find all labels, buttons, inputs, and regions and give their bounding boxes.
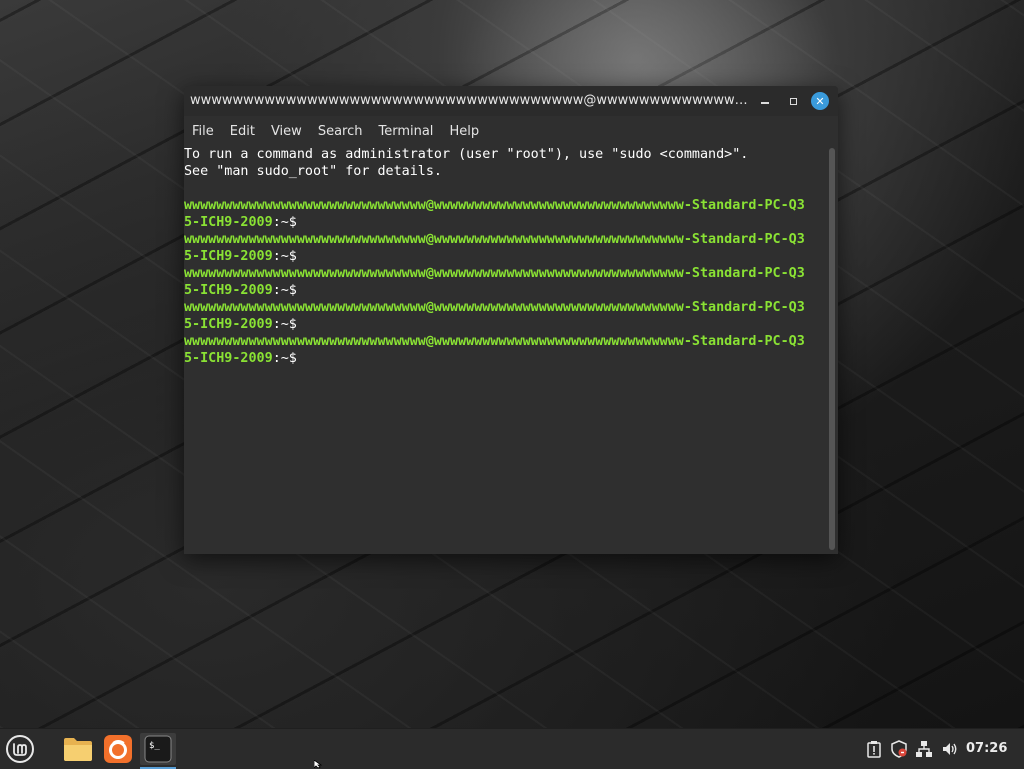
menu-edit[interactable]: Edit: [222, 124, 263, 139]
window-title: wwwwwwwwwwwwwwwwwwwwwwwwwwwwwwwwwwwww@ww…: [190, 93, 758, 108]
update-manager-tray[interactable]: [889, 739, 909, 759]
prompt-host: 5-ICH9-2009: [184, 351, 273, 366]
linux-mint-menu-icon: [6, 735, 34, 763]
close-icon: ✕: [815, 94, 825, 108]
menu-search[interactable]: Search: [310, 124, 371, 139]
network-icon: [916, 741, 932, 757]
menu-file[interactable]: File: [184, 124, 222, 139]
prompt-line: wwwwwwwwwwwwwwwwwwwwwwwwwwwwww@wwwwwwwww…: [184, 198, 805, 213]
files-launcher[interactable]: [62, 733, 94, 765]
minimize-button[interactable]: [756, 92, 774, 110]
network-tray[interactable]: [914, 739, 934, 759]
menubar: File Edit View Search Terminal Help: [184, 118, 838, 144]
maximize-button[interactable]: [784, 92, 802, 110]
prompt-host: 5-ICH9-2009: [184, 215, 273, 230]
prompt-line-cont: 5-ICH9-2009:~$: [184, 214, 828, 231]
terminal-icon-text: $_: [149, 741, 160, 751]
terminal-scrollbar[interactable]: [829, 148, 835, 550]
prompt-host: 5-ICH9-2009: [184, 317, 273, 332]
terminal-launcher[interactable]: $_: [140, 733, 176, 769]
prompt-line: wwwwwwwwwwwwwwwwwwwwwwwwwwwwww@wwwwwwwww…: [184, 334, 805, 349]
minimize-icon: [761, 102, 769, 104]
start-menu-button[interactable]: [4, 733, 36, 765]
firefox-launcher[interactable]: [102, 733, 134, 765]
mouse-pointer-icon: [314, 760, 323, 768]
clock[interactable]: 07:26: [966, 741, 1007, 756]
menu-help[interactable]: Help: [441, 124, 487, 139]
prompt-line: wwwwwwwwwwwwwwwwwwwwwwwwwwwwww@wwwwwwwww…: [184, 232, 805, 247]
volume-tray[interactable]: [940, 739, 960, 759]
prompt-symbol: :~$: [272, 283, 297, 298]
prompt-line: wwwwwwwwwwwwwwwwwwwwwwwwwwwwww@wwwwwwwww…: [184, 266, 805, 281]
menu-terminal[interactable]: Terminal: [370, 124, 441, 139]
prompt-symbol: :~$: [272, 249, 297, 264]
prompt-line-cont: 5-ICH9-2009:~$: [184, 282, 828, 299]
folder-icon: [64, 738, 92, 761]
shield-icon: [891, 740, 907, 758]
prompt-host: 5-ICH9-2009: [184, 283, 273, 298]
taskbar: $_ 07:26: [0, 728, 1024, 769]
terminal-intro-line: To run a command as administrator (user …: [184, 147, 749, 162]
firefox-icon: [104, 735, 132, 763]
prompt-symbol: :~$: [272, 215, 297, 230]
terminal-intro-line: See "man sudo_root" for details.: [184, 164, 442, 179]
prompt-host: 5-ICH9-2009: [184, 249, 273, 264]
notifications-tray[interactable]: [864, 739, 884, 759]
prompt-line-cont: 5-ICH9-2009:~$: [184, 248, 828, 265]
prompt-line: wwwwwwwwwwwwwwwwwwwwwwwwwwwwww@wwwwwwwww…: [184, 300, 805, 315]
prompt-line-cont: 5-ICH9-2009:~$: [184, 350, 828, 367]
close-button[interactable]: ✕: [811, 92, 829, 110]
clipboard-alert-icon: [867, 741, 881, 758]
terminal-window[interactable]: wwwwwwwwwwwwwwwwwwwwwwwwwwwwwwwwwwwww@ww…: [184, 86, 838, 554]
maximize-icon: [789, 97, 797, 105]
volume-icon: [943, 743, 957, 755]
terminal-icon: $_: [144, 735, 172, 763]
window-titlebar[interactable]: wwwwwwwwwwwwwwwwwwwwwwwwwwwwwwwwwwwww@ww…: [184, 86, 838, 116]
menu-view[interactable]: View: [263, 124, 310, 139]
prompt-symbol: :~$: [272, 317, 297, 332]
prompt-symbol: :~$: [272, 351, 297, 366]
terminal-output[interactable]: To run a command as administrator (user …: [184, 146, 828, 554]
prompt-line-cont: 5-ICH9-2009:~$: [184, 316, 828, 333]
